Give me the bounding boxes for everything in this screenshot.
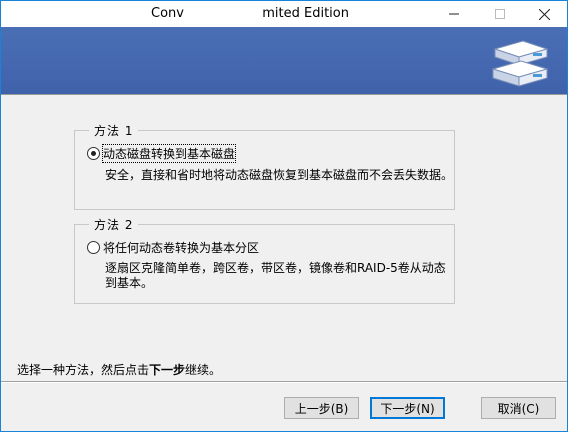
window-title: Conv mited Edition [151,6,451,21]
title-right-fragment: mited Edition [262,6,349,21]
method-1-label[interactable]: 动态磁盘转换到基本磁盘 [101,144,237,163]
method-1-description: 安全，直接和省时地将动态磁盘恢复到基本磁盘而不会丢失数据。 [105,168,454,182]
method-2-radio[interactable] [87,241,100,254]
method-1-option[interactable]: 动态磁盘转换到基本磁盘 [87,144,237,163]
instruction-text: 选择一种方法，然后点击下一步继续。 [17,361,221,378]
maximize-icon [495,9,505,19]
method-1-radio[interactable] [87,147,100,160]
method-2-label[interactable]: 将任何动态卷转换为基本分区 [103,239,259,256]
minimize-icon [449,13,459,15]
header-banner [1,27,567,95]
method-2-description: 逐扇区克隆简单卷，跨区卷，带区卷，镜像卷和RAID-5卷从动态到基本。 [105,261,446,290]
back-button[interactable]: 上一步(B) [284,397,359,419]
instruction-bold: 下一步 [149,363,186,377]
cancel-button[interactable]: 取消(C) [481,397,556,419]
footer-separator [1,381,567,383]
close-icon [538,8,550,20]
minimize-button[interactable] [431,1,477,27]
method-2-legend: 方法 2 [89,216,139,233]
maximize-button[interactable] [477,1,523,27]
title-left-fragment: Conv [151,6,184,21]
disk-convert-icon [491,40,549,87]
wizard-window: Conv mited Edition 方法 1 动态磁盘转换到基本磁盘 安全，直… [0,0,568,432]
title-bar[interactable]: Conv mited Edition [1,1,567,27]
instruction-suffix: 继续。 [185,363,222,377]
method-1-group: 方法 1 动态磁盘转换到基本磁盘 安全，直接和省时地将动态磁盘恢复到基本磁盘而不… [74,122,455,210]
method-2-group: 方法 2 将任何动态卷转换为基本分区 逐扇区克隆简单卷，跨区卷，带区卷，镜像卷和… [74,216,455,304]
instruction-prefix: 选择一种方法，然后点击 [17,363,150,377]
method-2-option[interactable]: 将任何动态卷转换为基本分区 [87,239,259,256]
close-button[interactable] [521,1,567,27]
method-1-legend: 方法 1 [89,122,139,139]
next-button[interactable]: 下一步(N) [370,397,445,419]
